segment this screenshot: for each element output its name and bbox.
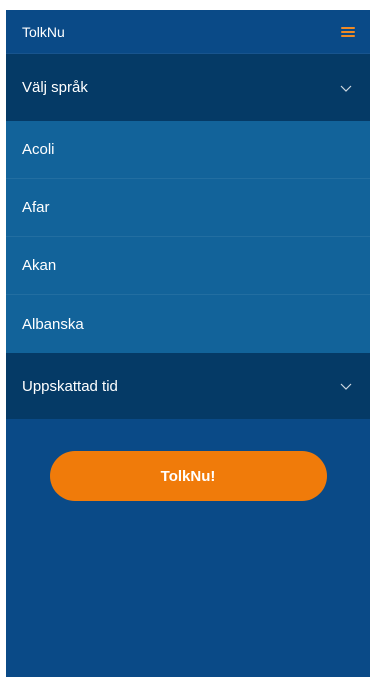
language-item-akan[interactable]: Akan [6,237,370,295]
cta-container: TolkNu! [6,419,370,501]
language-item-afar[interactable]: Afar [6,179,370,237]
app-title: TolkNu [22,23,65,40]
language-item-acoli[interactable]: Acoli [6,121,370,179]
tolknu-button[interactable]: TolkNu! [49,451,327,501]
hamburger-icon[interactable] [341,26,355,37]
language-list: Acoli Afar Akan Albanska [6,121,370,353]
language-dropdown-header[interactable]: Välj språk [6,54,370,121]
language-dropdown-label: Välj språk [22,79,88,96]
app-screen: TolkNu Välj språk Acoli Afar Akan Albans… [6,10,370,677]
estimated-time-dropdown-header[interactable]: Uppskattad tid [6,353,370,419]
top-bar: TolkNu [6,10,370,54]
chevron-down-icon [340,383,352,390]
language-item-albanska[interactable]: Albanska [6,295,370,353]
chevron-down-icon [340,85,352,92]
estimated-time-label: Uppskattad tid [22,377,118,395]
